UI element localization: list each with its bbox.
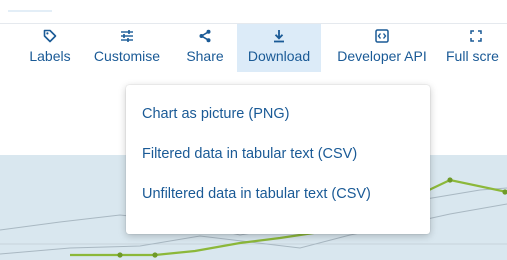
share-icon — [177, 29, 233, 45]
green-series-point — [152, 252, 158, 258]
customise-button[interactable]: Customise — [85, 24, 169, 72]
header-accent-line — [8, 10, 52, 12]
chart-toolbar: Labels Customise Share Download Develope… — [0, 23, 507, 73]
code-icon — [323, 29, 441, 45]
fullscreen-button[interactable]: Full scre — [444, 24, 507, 72]
labels-button-label: Labels — [29, 48, 71, 64]
download-button[interactable]: Download — [237, 24, 321, 72]
sliders-icon — [85, 29, 169, 45]
header-strip — [0, 0, 507, 22]
developer-api-button-label: Developer API — [337, 48, 427, 64]
labels-button[interactable]: Labels — [24, 24, 76, 72]
share-button-label: Share — [186, 48, 224, 64]
download-menu: Chart as picture (PNG) Filtered data in … — [126, 85, 430, 234]
download-unfiltered-csv-option[interactable]: Unfiltered data in tabular text (CSV) — [126, 179, 430, 219]
download-filtered-csv-option[interactable]: Filtered data in tabular text (CSV) — [126, 139, 430, 179]
fullscreen-icon — [444, 29, 507, 45]
developer-api-button[interactable]: Developer API — [323, 24, 441, 72]
share-button[interactable]: Share — [177, 24, 233, 72]
download-icon — [237, 29, 321, 45]
fullscreen-button-label: Full scre — [446, 48, 499, 64]
download-png-option[interactable]: Chart as picture (PNG) — [126, 99, 430, 139]
tag-icon — [24, 29, 76, 45]
download-button-label: Download — [247, 48, 311, 64]
green-series-point — [447, 177, 453, 183]
green-series-point — [117, 252, 123, 258]
customise-button-label: Customise — [93, 48, 161, 64]
